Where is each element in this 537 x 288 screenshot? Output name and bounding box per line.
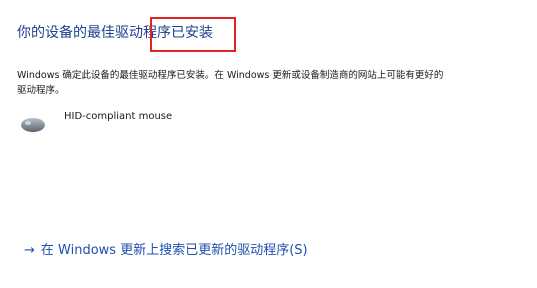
highlight-annotation-box: [150, 17, 236, 52]
driver-status-description: Windows 确定此设备的最佳驱动程序已安装。在 Windows 更新或设备制…: [17, 70, 444, 96]
arrow-right-icon: →: [24, 243, 35, 258]
search-windows-update-link[interactable]: → 在 Windows 更新上搜索已更新的驱动程序(S): [24, 242, 308, 260]
search-windows-update-label: 在 Windows 更新上搜索已更新的驱动程序(S): [40, 243, 308, 258]
device-name: HID-compliant mouse: [64, 111, 173, 122]
mouse-icon: [21, 118, 45, 132]
